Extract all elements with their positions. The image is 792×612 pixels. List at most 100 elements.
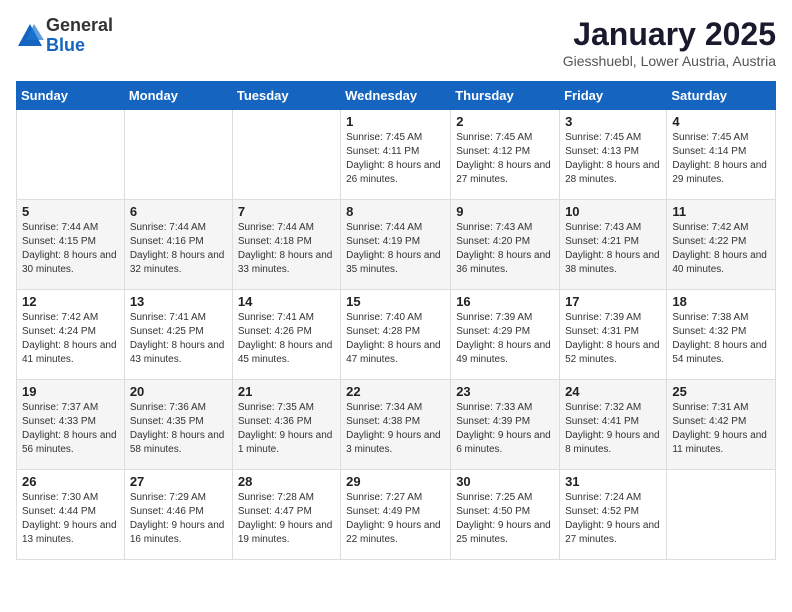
day-number: 11	[672, 204, 770, 219]
weekday-header-friday: Friday	[560, 82, 667, 110]
calendar-week-row: 26 Sunrise: 7:30 AM Sunset: 4:44 PM Dayli…	[17, 470, 776, 560]
day-info: Sunrise: 7:43 AM Sunset: 4:20 PM Dayligh…	[456, 221, 554, 277]
day-info: Sunrise: 7:35 AM Sunset: 4:36 PM Dayligh…	[238, 401, 335, 457]
calendar-cell: 6 Sunrise: 7:44 AM Sunset: 4:16 PM Daylig…	[124, 200, 232, 290]
day-info: Sunrise: 7:45 AM Sunset: 4:11 PM Dayligh…	[346, 131, 445, 187]
day-info: Sunrise: 7:45 AM Sunset: 4:14 PM Dayligh…	[672, 131, 770, 187]
calendar-week-row: 5 Sunrise: 7:44 AM Sunset: 4:15 PM Daylig…	[17, 200, 776, 290]
weekday-header-monday: Monday	[124, 82, 232, 110]
calendar-cell: 3 Sunrise: 7:45 AM Sunset: 4:13 PM Daylig…	[560, 110, 667, 200]
calendar-cell: 20 Sunrise: 7:36 AM Sunset: 4:35 PM Dayli…	[124, 380, 232, 470]
day-number: 25	[672, 384, 770, 399]
day-number: 9	[456, 204, 554, 219]
day-number: 30	[456, 474, 554, 489]
calendar-cell: 15 Sunrise: 7:40 AM Sunset: 4:28 PM Dayli…	[341, 290, 451, 380]
calendar-cell: 14 Sunrise: 7:41 AM Sunset: 4:26 PM Dayli…	[232, 290, 340, 380]
calendar-cell: 23 Sunrise: 7:33 AM Sunset: 4:39 PM Dayli…	[451, 380, 560, 470]
day-info: Sunrise: 7:28 AM Sunset: 4:47 PM Dayligh…	[238, 491, 335, 547]
day-number: 6	[130, 204, 227, 219]
calendar-cell: 4 Sunrise: 7:45 AM Sunset: 4:14 PM Daylig…	[667, 110, 776, 200]
calendar-cell	[232, 110, 340, 200]
day-info: Sunrise: 7:44 AM Sunset: 4:15 PM Dayligh…	[22, 221, 119, 277]
day-number: 17	[565, 294, 661, 309]
day-info: Sunrise: 7:45 AM Sunset: 4:12 PM Dayligh…	[456, 131, 554, 187]
calendar-cell: 10 Sunrise: 7:43 AM Sunset: 4:21 PM Dayli…	[560, 200, 667, 290]
day-number: 31	[565, 474, 661, 489]
day-number: 18	[672, 294, 770, 309]
day-info: Sunrise: 7:44 AM Sunset: 4:16 PM Dayligh…	[130, 221, 227, 277]
calendar-cell: 13 Sunrise: 7:41 AM Sunset: 4:25 PM Dayli…	[124, 290, 232, 380]
calendar-cell	[667, 470, 776, 560]
day-number: 24	[565, 384, 661, 399]
day-number: 28	[238, 474, 335, 489]
day-number: 12	[22, 294, 119, 309]
day-info: Sunrise: 7:33 AM Sunset: 4:39 PM Dayligh…	[456, 401, 554, 457]
day-number: 10	[565, 204, 661, 219]
day-number: 20	[130, 384, 227, 399]
day-number: 15	[346, 294, 445, 309]
day-number: 5	[22, 204, 119, 219]
day-number: 14	[238, 294, 335, 309]
day-info: Sunrise: 7:41 AM Sunset: 4:25 PM Dayligh…	[130, 311, 227, 367]
calendar-cell: 17 Sunrise: 7:39 AM Sunset: 4:31 PM Dayli…	[560, 290, 667, 380]
day-info: Sunrise: 7:43 AM Sunset: 4:21 PM Dayligh…	[565, 221, 661, 277]
day-info: Sunrise: 7:27 AM Sunset: 4:49 PM Dayligh…	[346, 491, 445, 547]
calendar-week-row: 19Sunrise: 7:37 AM Sunset: 4:33 PM Dayli…	[17, 380, 776, 470]
day-number: 26	[22, 474, 119, 489]
calendar-week-row: 1 Sunrise: 7:45 AM Sunset: 4:11 PM Daylig…	[17, 110, 776, 200]
day-info: Sunrise: 7:39 AM Sunset: 4:29 PM Dayligh…	[456, 311, 554, 367]
calendar-cell: 1 Sunrise: 7:45 AM Sunset: 4:11 PM Daylig…	[341, 110, 451, 200]
calendar-cell: 8Sunrise: 7:44 AM Sunset: 4:19 PM Daylig…	[341, 200, 451, 290]
day-info: Sunrise: 7:45 AM Sunset: 4:13 PM Dayligh…	[565, 131, 661, 187]
day-info: Sunrise: 7:44 AM Sunset: 4:19 PM Dayligh…	[346, 221, 445, 277]
day-info: Sunrise: 7:42 AM Sunset: 4:24 PM Dayligh…	[22, 311, 119, 367]
day-info: Sunrise: 7:29 AM Sunset: 4:46 PM Dayligh…	[130, 491, 227, 547]
day-number: 3	[565, 114, 661, 129]
day-info: Sunrise: 7:41 AM Sunset: 4:26 PM Dayligh…	[238, 311, 335, 367]
calendar-cell: 21Sunrise: 7:35 AM Sunset: 4:36 PM Dayli…	[232, 380, 340, 470]
logo-general: General	[46, 16, 113, 36]
month-title: January 2025	[563, 16, 776, 53]
weekday-header-row: SundayMondayTuesdayWednesdayThursdayFrid…	[17, 82, 776, 110]
title-block: January 2025 Giesshuebl, Lower Austria, …	[563, 16, 776, 69]
day-info: Sunrise: 7:31 AM Sunset: 4:42 PM Dayligh…	[672, 401, 770, 457]
calendar-cell: 11 Sunrise: 7:42 AM Sunset: 4:22 PM Dayli…	[667, 200, 776, 290]
day-number: 2	[456, 114, 554, 129]
weekday-header-wednesday: Wednesday	[341, 82, 451, 110]
day-number: 1	[346, 114, 445, 129]
day-info: Sunrise: 7:36 AM Sunset: 4:35 PM Dayligh…	[130, 401, 227, 457]
calendar-cell: 2 Sunrise: 7:45 AM Sunset: 4:12 PM Daylig…	[451, 110, 560, 200]
weekday-header-tuesday: Tuesday	[232, 82, 340, 110]
calendar-cell: 28 Sunrise: 7:28 AM Sunset: 4:47 PM Dayli…	[232, 470, 340, 560]
weekday-header-thursday: Thursday	[451, 82, 560, 110]
calendar-cell: 19Sunrise: 7:37 AM Sunset: 4:33 PM Dayli…	[17, 380, 125, 470]
logo-icon	[16, 22, 44, 50]
location: Giesshuebl, Lower Austria, Austria	[563, 53, 776, 69]
calendar-cell: 12 Sunrise: 7:42 AM Sunset: 4:24 PM Dayli…	[17, 290, 125, 380]
day-info: Sunrise: 7:42 AM Sunset: 4:22 PM Dayligh…	[672, 221, 770, 277]
logo: General Blue	[16, 16, 113, 56]
calendar-cell: 25 Sunrise: 7:31 AM Sunset: 4:42 PM Dayli…	[667, 380, 776, 470]
day-info: Sunrise: 7:30 AM Sunset: 4:44 PM Dayligh…	[22, 491, 119, 547]
calendar-cell	[124, 110, 232, 200]
logo-blue: Blue	[46, 36, 113, 56]
day-info: Sunrise: 7:40 AM Sunset: 4:28 PM Dayligh…	[346, 311, 445, 367]
calendar-cell: 7 Sunrise: 7:44 AM Sunset: 4:18 PM Daylig…	[232, 200, 340, 290]
day-number: 7	[238, 204, 335, 219]
weekday-header-sunday: Sunday	[17, 82, 125, 110]
calendar-cell: 18Sunrise: 7:38 AM Sunset: 4:32 PM Dayli…	[667, 290, 776, 380]
day-info: Sunrise: 7:34 AM Sunset: 4:38 PM Dayligh…	[346, 401, 445, 457]
calendar-cell: 16Sunrise: 7:39 AM Sunset: 4:29 PM Dayli…	[451, 290, 560, 380]
calendar-cell: 26 Sunrise: 7:30 AM Sunset: 4:44 PM Dayli…	[17, 470, 125, 560]
day-number: 4	[672, 114, 770, 129]
day-number: 13	[130, 294, 227, 309]
day-info: Sunrise: 7:37 AM Sunset: 4:33 PM Dayligh…	[22, 401, 119, 457]
page-header: General Blue January 2025 Giesshuebl, Lo…	[16, 16, 776, 69]
day-info: Sunrise: 7:39 AM Sunset: 4:31 PM Dayligh…	[565, 311, 661, 367]
day-info: Sunrise: 7:24 AM Sunset: 4:52 PM Dayligh…	[565, 491, 661, 547]
day-info: Sunrise: 7:44 AM Sunset: 4:18 PM Dayligh…	[238, 221, 335, 277]
day-number: 23	[456, 384, 554, 399]
day-info: Sunrise: 7:25 AM Sunset: 4:50 PM Dayligh…	[456, 491, 554, 547]
calendar-table: SundayMondayTuesdayWednesdayThursdayFrid…	[16, 81, 776, 560]
calendar-cell: 24Sunrise: 7:32 AM Sunset: 4:41 PM Dayli…	[560, 380, 667, 470]
